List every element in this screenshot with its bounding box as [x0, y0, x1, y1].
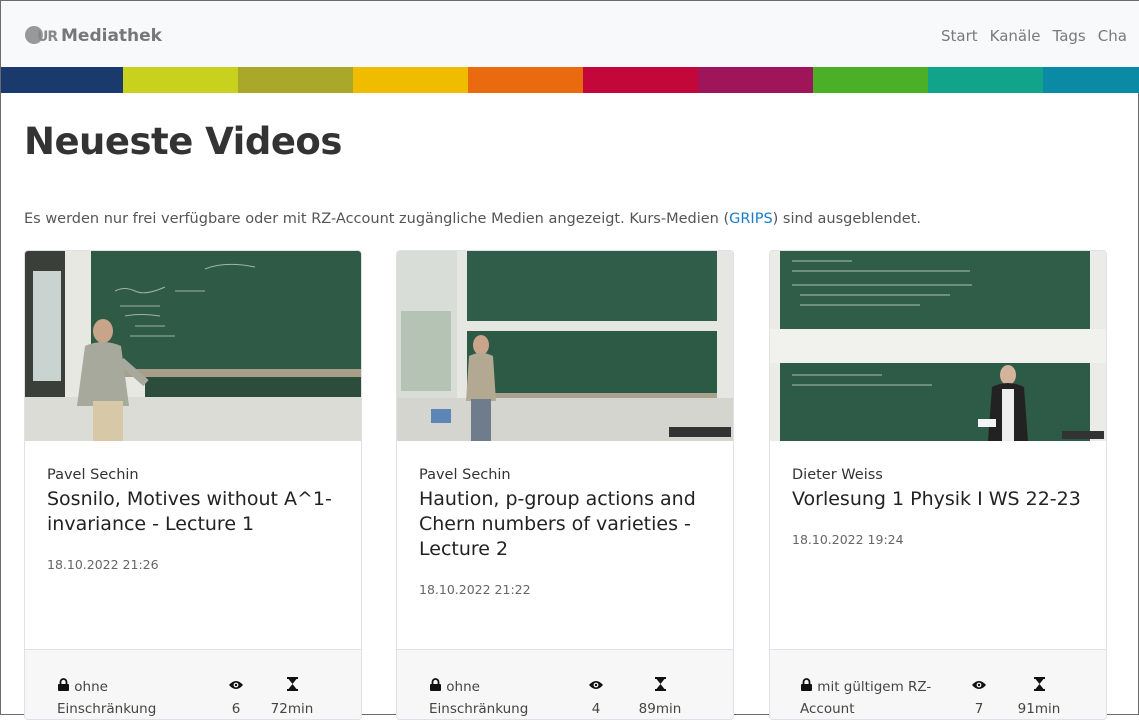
- hourglass-icon: [1033, 676, 1045, 698]
- ur-logo: UR: [25, 23, 61, 49]
- upload-date: 18.10.2022 19:24: [792, 532, 904, 547]
- eye-icon: [971, 676, 987, 698]
- video-title[interactable]: Haution, p-group actions and Chern numbe…: [419, 487, 719, 562]
- author-name: Pavel Sechin: [419, 467, 511, 483]
- video-card[interactable]: Pavel Sechin Sosnilo, Motives without A^…: [24, 250, 362, 720]
- color-segment: [1, 67, 123, 93]
- author-name: Dieter Weiss: [792, 467, 883, 483]
- duration: 89min: [635, 676, 685, 719]
- color-segment: [583, 67, 698, 93]
- video-thumbnail[interactable]: [770, 251, 1106, 441]
- lock-icon: [429, 676, 442, 698]
- upload-date: 18.10.2022 21:22: [419, 582, 531, 597]
- nav-tags[interactable]: Tags: [1053, 27, 1086, 45]
- card-body: Dieter Weiss Vorlesung 1 Physik I WS 22-…: [792, 467, 1092, 547]
- hourglass-icon: [286, 676, 298, 698]
- duration: 91min: [1014, 676, 1064, 719]
- color-segment: [1043, 67, 1139, 93]
- upload-date: 18.10.2022 21:26: [47, 557, 159, 572]
- brand-link[interactable]: UR Mediathek: [25, 23, 162, 49]
- color-segment: [698, 67, 813, 93]
- author-name: Pavel Sechin: [47, 467, 139, 483]
- eye-icon: [228, 676, 244, 698]
- color-segment: [468, 67, 583, 93]
- grips-link[interactable]: GRIPS: [729, 211, 773, 227]
- hourglass-icon: [654, 676, 666, 698]
- info-notice: Es werden nur frei verfügbare oder mit R…: [24, 211, 922, 227]
- brand-name: Mediathek: [61, 26, 162, 46]
- duration: 72min: [267, 676, 317, 719]
- card-body: Pavel Sechin Sosnilo, Motives without A^…: [47, 467, 347, 572]
- color-segment: [353, 67, 468, 93]
- view-count: 7: [964, 676, 994, 719]
- color-stripe: [1, 67, 1139, 93]
- access-info: ohne Einschränkung: [429, 676, 559, 719]
- video-title[interactable]: Sosnilo, Motives without A^1-invariance …: [47, 487, 347, 537]
- lock-icon: [800, 676, 813, 698]
- access-info: mit gültigem RZ- Account: [800, 676, 950, 719]
- nav-kanaele[interactable]: Kanäle: [990, 27, 1041, 45]
- card-body: Pavel Sechin Haution, p-group actions an…: [419, 467, 719, 597]
- video-thumbnail[interactable]: [397, 251, 733, 441]
- card-footer: ohne Einschränkung 4 89min: [397, 649, 733, 719]
- color-segment: [928, 67, 1043, 93]
- page-title: Neueste Videos: [24, 120, 342, 163]
- view-count: 4: [581, 676, 611, 719]
- video-card[interactable]: Pavel Sechin Haution, p-group actions an…: [396, 250, 734, 720]
- card-footer: ohne Einschränkung 6 72min: [25, 649, 361, 719]
- card-footer: mit gültigem RZ- Account 7 91min: [770, 649, 1106, 719]
- nav-links: Start Kanäle Tags Cha: [941, 27, 1127, 45]
- navbar: UR Mediathek Start Kanäle Tags Cha: [1, 1, 1139, 67]
- nav-start[interactable]: Start: [941, 27, 978, 45]
- view-count: 6: [221, 676, 251, 719]
- video-thumbnail[interactable]: [25, 251, 361, 441]
- eye-icon: [588, 676, 604, 698]
- access-info: ohne Einschränkung: [57, 676, 187, 719]
- color-segment: [123, 67, 238, 93]
- color-segment: [813, 67, 928, 93]
- video-title[interactable]: Vorlesung 1 Physik I WS 22-23: [792, 487, 1092, 512]
- nav-channels[interactable]: Cha: [1098, 27, 1127, 45]
- color-segment: [238, 67, 353, 93]
- lock-icon: [57, 676, 70, 698]
- video-card[interactable]: Dieter Weiss Vorlesung 1 Physik I WS 22-…: [769, 250, 1107, 720]
